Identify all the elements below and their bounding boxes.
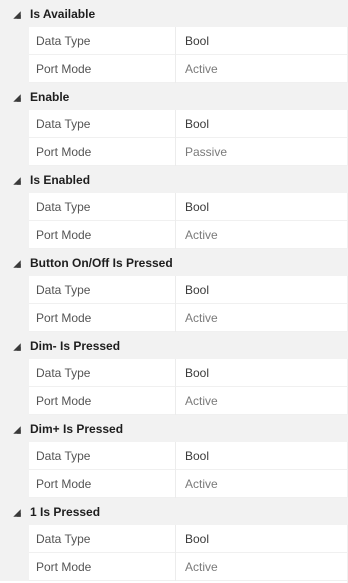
property-row[interactable]: Port Mode Active: [0, 304, 348, 332]
category-header[interactable]: 1 Is Pressed: [0, 498, 348, 525]
expander-toggle[interactable]: [0, 0, 30, 27]
row-gutter: [0, 276, 29, 304]
property-row[interactable]: Data Type Bool: [0, 525, 348, 553]
property-row[interactable]: Port Mode Active: [0, 55, 348, 83]
property-value-editor[interactable]: Bool: [176, 359, 348, 387]
property-value-readonly: Active: [176, 553, 348, 581]
property-name: Port Mode: [29, 553, 175, 581]
category-title: Is Enabled: [30, 172, 91, 187]
row-gutter: [0, 221, 29, 249]
property-value-editor[interactable]: Bool: [176, 27, 348, 55]
collapse-triangle-icon: [13, 93, 21, 102]
category-header[interactable]: Button On/Off Is Pressed: [0, 249, 348, 276]
property-row[interactable]: Data Type Bool: [0, 359, 348, 387]
row-gutter: [0, 525, 29, 553]
row-gutter: [0, 193, 29, 221]
row-gutter: [0, 359, 29, 387]
category-title: 1 Is Pressed: [30, 504, 101, 519]
property-value-readonly: Active: [176, 221, 348, 249]
property-name: Port Mode: [29, 138, 175, 166]
collapse-triangle-icon: [13, 342, 21, 351]
category-header[interactable]: Is Available: [0, 0, 348, 27]
property-value-readonly: Passive: [176, 138, 348, 166]
category-title: Button On/Off Is Pressed: [30, 255, 173, 270]
property-value-editor[interactable]: Bool: [176, 193, 348, 221]
property-row[interactable]: Data Type Bool: [0, 442, 348, 470]
property-row[interactable]: Port Mode Active: [0, 553, 348, 581]
property-name: Port Mode: [29, 304, 175, 332]
row-gutter: [0, 110, 29, 138]
property-value-readonly: Active: [176, 304, 348, 332]
expander-toggle[interactable]: [0, 166, 30, 193]
property-name: Port Mode: [29, 221, 175, 249]
property-value-editor[interactable]: Bool: [176, 525, 348, 553]
property-value-editor[interactable]: Bool: [176, 276, 348, 304]
row-gutter: [0, 304, 29, 332]
property-name: Data Type: [29, 276, 175, 304]
property-value-editor[interactable]: Bool: [176, 110, 348, 138]
collapse-triangle-icon: [13, 176, 21, 185]
row-gutter: [0, 138, 29, 166]
category-title: Enable: [30, 89, 70, 104]
collapse-triangle-icon: [13, 508, 21, 517]
expander-toggle[interactable]: [0, 249, 30, 276]
row-gutter: [0, 442, 29, 470]
collapse-triangle-icon: [13, 10, 21, 19]
property-row[interactable]: Port Mode Passive: [0, 138, 348, 166]
category-title: Dim+ Is Pressed: [30, 421, 124, 436]
property-row[interactable]: Port Mode Active: [0, 221, 348, 249]
property-value-readonly: Active: [176, 470, 348, 498]
property-name: Data Type: [29, 110, 175, 138]
expander-toggle[interactable]: [0, 415, 30, 442]
property-name: Data Type: [29, 27, 175, 55]
category-header[interactable]: Dim+ Is Pressed: [0, 415, 348, 442]
property-grid: Is Available Data Type Bool Port Mode Active…: [0, 0, 348, 583]
property-row[interactable]: Port Mode Active: [0, 470, 348, 498]
row-gutter: [0, 55, 29, 83]
property-row[interactable]: Data Type Bool: [0, 193, 348, 221]
property-name: Port Mode: [29, 387, 175, 415]
expander-toggle[interactable]: [0, 332, 30, 359]
property-name: Port Mode: [29, 470, 175, 498]
row-gutter: [0, 387, 29, 415]
property-name: Data Type: [29, 442, 175, 470]
category-title: Dim- Is Pressed: [30, 338, 121, 353]
category-header[interactable]: Enable: [0, 83, 348, 110]
property-row[interactable]: Data Type Bool: [0, 27, 348, 55]
collapse-triangle-icon: [13, 259, 21, 268]
property-row[interactable]: Data Type Bool: [0, 110, 348, 138]
collapse-triangle-icon: [13, 425, 21, 434]
property-value-readonly: Active: [176, 55, 348, 83]
expander-toggle[interactable]: [0, 83, 30, 110]
property-name: Port Mode: [29, 55, 175, 83]
property-value-editor[interactable]: Bool: [176, 442, 348, 470]
property-name: Data Type: [29, 193, 175, 221]
category-header[interactable]: Is Enabled: [0, 166, 348, 193]
property-row[interactable]: Data Type Bool: [0, 276, 348, 304]
property-row[interactable]: Port Mode Active: [0, 387, 348, 415]
property-name: Data Type: [29, 525, 175, 553]
category-title: Is Available: [30, 6, 96, 21]
row-gutter: [0, 553, 29, 581]
expander-toggle[interactable]: [0, 498, 30, 525]
row-gutter: [0, 470, 29, 498]
row-gutter: [0, 27, 29, 55]
property-name: Data Type: [29, 359, 175, 387]
property-value-readonly: Active: [176, 387, 348, 415]
category-header[interactable]: Dim- Is Pressed: [0, 332, 348, 359]
